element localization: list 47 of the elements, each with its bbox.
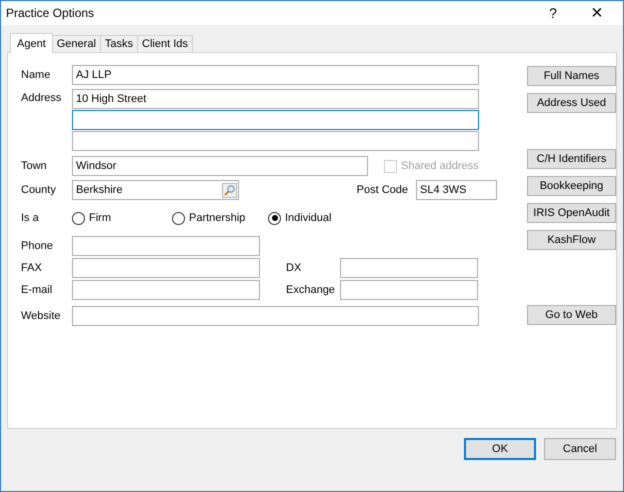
input-field[interactable] xyxy=(340,258,478,278)
input-field[interactable]: Windsor xyxy=(72,156,368,176)
radio-label: Partnership xyxy=(189,212,246,224)
side-button[interactable]: Bookkeeping xyxy=(527,176,616,196)
input-field[interactable]: AJ LLP xyxy=(72,65,479,85)
side-button[interactable]: Go to Web xyxy=(527,305,616,325)
field-label: Website xyxy=(21,310,62,322)
field-label: Phone xyxy=(21,240,54,252)
dialog-button[interactable]: OK xyxy=(464,438,536,460)
radio-button[interactable] xyxy=(172,212,185,224)
side-button[interactable]: Address Used xyxy=(527,93,616,113)
field-label: Town xyxy=(21,160,48,172)
input-field[interactable]: Berkshire xyxy=(72,180,239,200)
window-title: Practice Options xyxy=(6,6,96,20)
side-button[interactable]: Full Names xyxy=(527,66,616,86)
tab[interactable]: Client Ids xyxy=(137,35,193,52)
field-label: E-mail xyxy=(21,284,54,296)
input-field[interactable]: SL4 3WS xyxy=(416,180,497,200)
field-label: Address xyxy=(21,91,62,104)
input-field[interactable] xyxy=(72,110,479,130)
field-label: FAX xyxy=(21,262,43,274)
field-label: Is a xyxy=(21,212,40,224)
input-field[interactable] xyxy=(72,306,479,326)
field-label: Exchange xyxy=(286,284,336,296)
input-field[interactable] xyxy=(72,236,260,256)
field-label: DX xyxy=(286,262,302,274)
side-button[interactable]: IRIS OpenAudit xyxy=(527,203,616,223)
radio-button[interactable] xyxy=(268,212,281,224)
input-field[interactable] xyxy=(72,258,260,278)
side-button[interactable]: C/H Identifiers xyxy=(527,149,616,169)
help-button[interactable]: ? xyxy=(531,1,575,25)
input-field[interactable] xyxy=(72,131,479,151)
radio-button[interactable] xyxy=(72,212,85,224)
field-label: County xyxy=(21,184,57,196)
checkbox-label: Shared address xyxy=(401,160,479,172)
field-label: Post Code xyxy=(356,184,408,196)
input-field[interactable]: 10 High Street xyxy=(72,89,479,109)
radio-label: Individual xyxy=(285,212,332,224)
dialog-button[interactable]: Cancel xyxy=(544,438,616,460)
search-icon[interactable] xyxy=(222,182,237,198)
input-field[interactable] xyxy=(340,280,478,300)
tab[interactable]: Agent xyxy=(10,33,53,53)
side-button[interactable]: KashFlow xyxy=(527,230,616,250)
close-button[interactable]: × xyxy=(575,1,619,25)
field-label: Name xyxy=(21,69,52,81)
radio-label: Firm xyxy=(89,212,111,224)
input-field[interactable] xyxy=(72,280,260,300)
